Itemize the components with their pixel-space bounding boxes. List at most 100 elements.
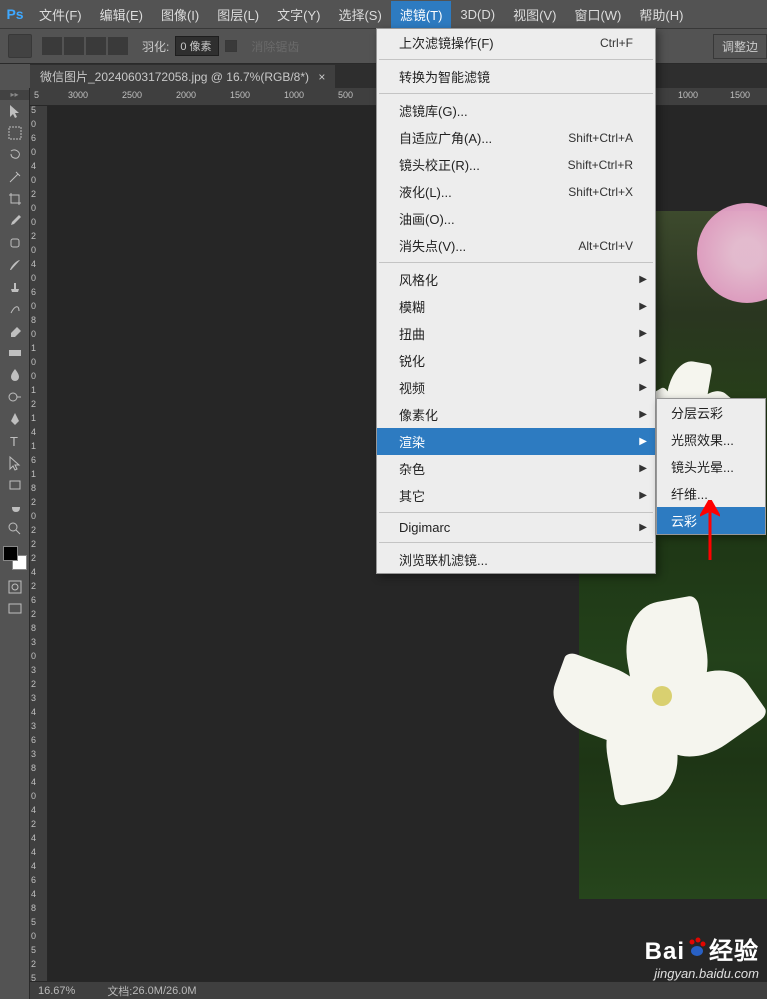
clone-stamp-tool-icon[interactable] — [2, 276, 28, 298]
menu-separator — [379, 59, 653, 60]
menu-pixelate[interactable]: 像素化▶ — [377, 401, 655, 428]
submenu-lighting-effects[interactable]: 光照效果... — [657, 426, 765, 453]
history-brush-tool-icon[interactable] — [2, 298, 28, 320]
annotation-arrow-icon — [700, 500, 720, 565]
marquee-tool-icon[interactable] — [2, 122, 28, 144]
pen-tool-icon[interactable] — [2, 408, 28, 430]
menu-video[interactable]: 视频▶ — [377, 374, 655, 401]
submenu-arrow-icon: ▶ — [639, 490, 647, 501]
color-swatch[interactable] — [3, 546, 27, 570]
submenu-arrow-icon: ▶ — [639, 301, 647, 312]
menu-convert-smart-filter[interactable]: 转换为智能滤镜 — [377, 63, 655, 90]
selection-subtract-icon[interactable] — [86, 37, 106, 55]
brush-tool-icon[interactable] — [2, 254, 28, 276]
toolbox-collapse[interactable]: ▸▸ — [0, 90, 29, 100]
selection-intersect-icon[interactable] — [108, 37, 128, 55]
refine-edge-button[interactable]: 调整边 — [713, 34, 767, 59]
menu-filter[interactable]: 滤镜(T) — [391, 1, 452, 28]
move-tool-icon[interactable] — [2, 100, 28, 122]
quick-mask-icon[interactable] — [2, 576, 28, 598]
menu-distort[interactable]: 扭曲▶ — [377, 320, 655, 347]
menu-file[interactable]: 文件(F) — [30, 1, 91, 28]
menu-oil-paint[interactable]: 油画(O)... — [377, 205, 655, 232]
eyedropper-tool-icon[interactable] — [2, 210, 28, 232]
hand-tool-icon[interactable] — [2, 496, 28, 518]
menu-separator — [379, 542, 653, 543]
toolbox: ▸▸ T — [0, 88, 30, 999]
lasso-tool-icon[interactable] — [2, 144, 28, 166]
menu-view[interactable]: 视图(V) — [504, 1, 565, 28]
tab-title: 微信图片_20240603172058.jpg @ 16.7%(RGB/8*) — [40, 70, 309, 84]
menu-adaptive-wide-angle[interactable]: 自适应广角(A)...Shift+Ctrl+A — [377, 124, 655, 151]
submenu-arrow-icon: ▶ — [639, 436, 647, 447]
antialias-checkbox[interactable] — [225, 40, 237, 52]
menu-filter-gallery[interactable]: 滤镜库(G)... — [377, 97, 655, 124]
menu-noise[interactable]: 杂色▶ — [377, 455, 655, 482]
paw-icon — [685, 935, 709, 966]
antialias-label: 消除锯齿 — [251, 38, 299, 55]
menu-stylize[interactable]: 风格化▶ — [377, 266, 655, 293]
menu-image[interactable]: 图像(I) — [152, 1, 208, 28]
menu-other[interactable]: 其它▶ — [377, 482, 655, 509]
menu-edit[interactable]: 编辑(E) — [91, 1, 152, 28]
menu-layer[interactable]: 图层(L) — [208, 1, 268, 28]
marquee-tool-icon[interactable] — [8, 34, 32, 58]
watermark-url: jingyan.baidu.com — [645, 966, 759, 981]
eraser-tool-icon[interactable] — [2, 320, 28, 342]
blur-tool-icon[interactable] — [2, 364, 28, 386]
menu-window[interactable]: 窗口(W) — [565, 1, 630, 28]
app-logo: Ps — [0, 0, 30, 28]
feather-input[interactable] — [175, 36, 219, 56]
type-tool-icon[interactable]: T — [2, 430, 28, 452]
zoom-tool-icon[interactable] — [2, 518, 28, 540]
status-bar: 16.67% 文档: 26.0M/26.0M — [30, 981, 767, 999]
menu-3d[interactable]: 3D(D) — [451, 3, 504, 26]
menu-render[interactable]: 渲染▶ — [377, 428, 655, 455]
submenu-arrow-icon: ▶ — [639, 463, 647, 474]
menu-last-filter[interactable]: 上次滤镜操作(F) Ctrl+F — [377, 29, 655, 56]
menu-liquify[interactable]: 液化(L)...Shift+Ctrl+X — [377, 178, 655, 205]
doc-size-label: 文档: — [107, 983, 132, 999]
menu-separator — [379, 512, 653, 513]
document-tab[interactable]: 微信图片_20240603172058.jpg @ 16.7%(RGB/8*) … — [30, 65, 335, 88]
menu-vanishing-point[interactable]: 消失点(V)...Alt+Ctrl+V — [377, 232, 655, 259]
menu-browse-filters-online[interactable]: 浏览联机滤镜... — [377, 546, 655, 573]
watermark: Bai经验 jingyan.baidu.com — [645, 931, 759, 981]
menu-separator — [379, 262, 653, 263]
close-icon[interactable]: × — [318, 70, 325, 84]
submenu-arrow-icon: ▶ — [639, 522, 647, 533]
screen-mode-icon[interactable] — [2, 598, 28, 620]
filter-menu-dropdown: 上次滤镜操作(F) Ctrl+F 转换为智能滤镜 滤镜库(G)... 自适应广角… — [376, 28, 656, 574]
magic-wand-tool-icon[interactable] — [2, 166, 28, 188]
menu-digimarc[interactable]: Digimarc▶ — [377, 516, 655, 539]
gradient-tool-icon[interactable] — [2, 342, 28, 364]
selection-mode-group — [42, 37, 128, 55]
doc-size-value: 26.0M/26.0M — [132, 985, 196, 997]
menu-sharpen[interactable]: 锐化▶ — [377, 347, 655, 374]
submenu-arrow-icon: ▶ — [639, 274, 647, 285]
crop-tool-icon[interactable] — [2, 188, 28, 210]
feather-label: 羽化: — [142, 38, 169, 55]
dodge-tool-icon[interactable] — [2, 386, 28, 408]
selection-new-icon[interactable] — [42, 37, 62, 55]
submenu-difference-clouds[interactable]: 分层云彩 — [657, 399, 765, 426]
submenu-arrow-icon: ▶ — [639, 382, 647, 393]
foreground-color[interactable] — [3, 546, 18, 561]
selection-add-icon[interactable] — [64, 37, 84, 55]
menu-blur[interactable]: 模糊▶ — [377, 293, 655, 320]
submenu-lens-flare[interactable]: 镜头光晕... — [657, 453, 765, 480]
menu-separator — [379, 93, 653, 94]
svg-text:T: T — [10, 434, 18, 449]
image-content — [567, 601, 767, 801]
menu-select[interactable]: 选择(S) — [329, 1, 390, 28]
rectangle-tool-icon[interactable] — [2, 474, 28, 496]
ruler-vertical: 5060402002040608010012141618202224262830… — [30, 106, 48, 981]
zoom-level[interactable]: 16.67% — [38, 985, 75, 997]
submenu-arrow-icon: ▶ — [639, 328, 647, 339]
menu-type[interactable]: 文字(Y) — [268, 1, 329, 28]
menu-help[interactable]: 帮助(H) — [630, 1, 692, 28]
menu-lens-correction[interactable]: 镜头校正(R)...Shift+Ctrl+R — [377, 151, 655, 178]
healing-brush-tool-icon[interactable] — [2, 232, 28, 254]
image-content — [697, 203, 767, 303]
path-selection-tool-icon[interactable] — [2, 452, 28, 474]
